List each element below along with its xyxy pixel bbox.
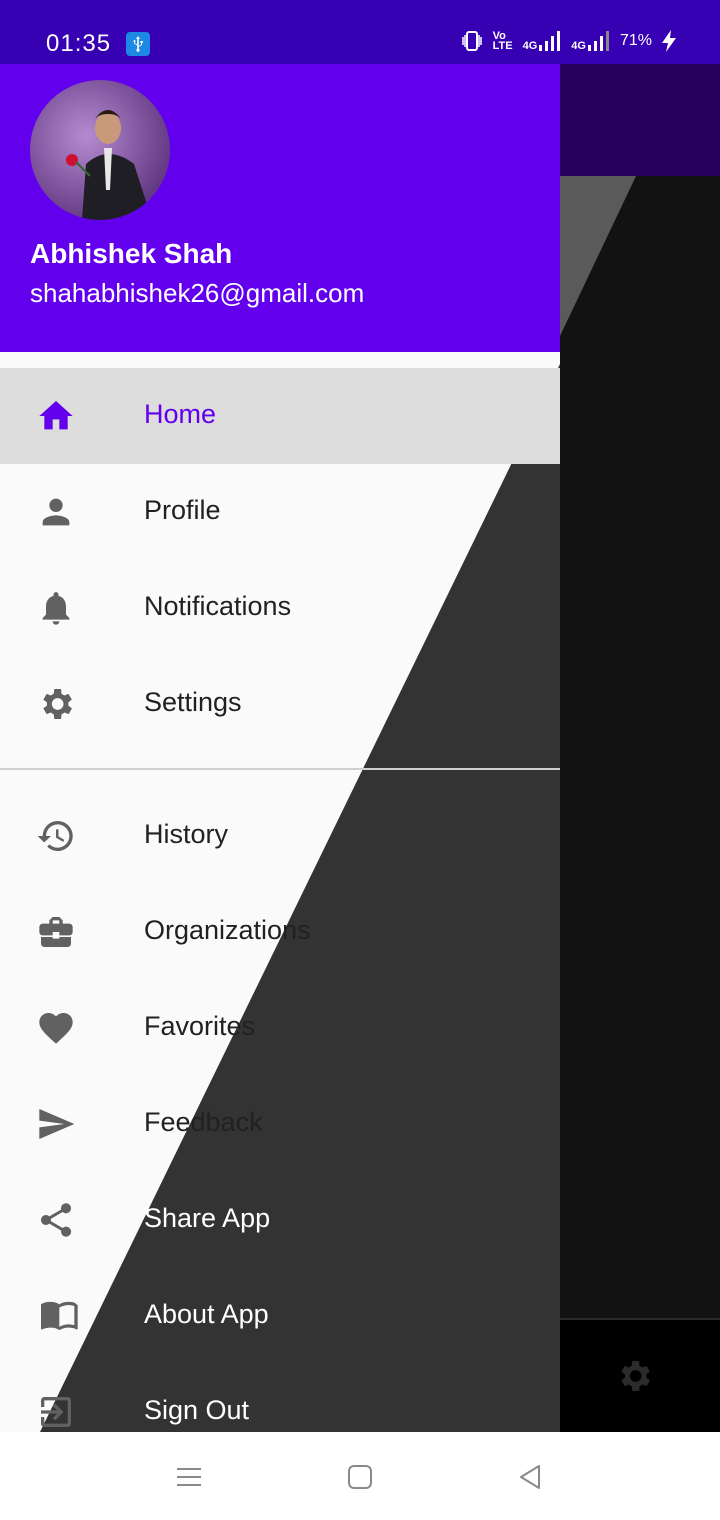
status-icons: Vo LTE 4G 4G 71%	[461, 30, 676, 52]
person-icon	[34, 492, 78, 532]
volte-label: Vo LTE	[492, 30, 513, 52]
share-icon	[34, 1200, 78, 1240]
menu-divider	[0, 768, 560, 770]
bell-icon	[34, 588, 78, 628]
menu-item-feedback[interactable]: Feedback	[0, 1076, 560, 1172]
menu-item-label: Settings	[144, 687, 242, 717]
charging-icon	[662, 30, 676, 52]
menu-item-label: Organizations	[144, 915, 311, 945]
menu-item-label: Share App	[144, 1203, 271, 1233]
battery-percent: 71%	[619, 32, 652, 49]
user-name: Abhishek Shah	[30, 238, 233, 269]
user-email: shahabhishek26@gmail.com	[30, 278, 365, 308]
system-nav-bar	[0, 1432, 720, 1520]
signal-icon: 4G	[571, 31, 610, 52]
menu-item-label: Profile	[144, 495, 221, 525]
menu-item-label: Notifications	[144, 591, 292, 621]
gear-icon[interactable]	[614, 1356, 654, 1401]
vibrate-icon	[461, 30, 483, 52]
heart-icon	[34, 1008, 78, 1048]
book-icon	[34, 1296, 78, 1336]
gear-icon	[34, 684, 78, 724]
home-icon	[34, 396, 78, 436]
send-icon	[34, 1104, 78, 1144]
drawer-header: Abhishek Shah shahabhishek26@gmail.com	[0, 64, 560, 352]
signal-icon: 4G	[523, 31, 562, 52]
menu-item-profile[interactable]: Profile	[0, 464, 560, 560]
menu-item-sign-out[interactable]: Sign Out	[0, 1364, 560, 1432]
back-triangle-icon[interactable]	[515, 1462, 545, 1492]
status-time: 01:35	[46, 30, 112, 57]
home-square-icon[interactable]	[345, 1462, 375, 1492]
navigation-drawer: Abhishek Shah shahabhishek26@gmail.com H…	[0, 64, 560, 1432]
menu-item-label: About App	[144, 1299, 269, 1329]
logout-icon	[34, 1392, 78, 1432]
menu-item-notifications[interactable]: Notifications	[0, 560, 560, 656]
briefcase-icon	[34, 912, 78, 952]
menu-item-label: Favorites	[144, 1011, 256, 1041]
menu-icon[interactable]	[174, 1462, 204, 1492]
menu-item-label: Feedback	[144, 1107, 263, 1137]
menu-item-organizations[interactable]: Organizations	[0, 884, 560, 980]
menu-item-home[interactable]: Home	[0, 368, 560, 464]
drawer-menu: Home Profile Notifications Settings Hist…	[0, 368, 560, 1432]
menu-item-label: History	[144, 819, 229, 849]
menu-item-about-app[interactable]: About App	[0, 1268, 560, 1364]
usb-icon	[126, 32, 150, 56]
menu-item-settings[interactable]: Settings	[0, 656, 560, 752]
menu-item-share-app[interactable]: Share App	[0, 1172, 560, 1268]
avatar[interactable]	[30, 80, 170, 220]
menu-item-label: Sign Out	[144, 1395, 250, 1425]
menu-item-history[interactable]: History	[0, 788, 560, 884]
menu-item-label: Home	[144, 399, 217, 429]
history-icon	[34, 816, 78, 856]
menu-item-favorites[interactable]: Favorites	[0, 980, 560, 1076]
